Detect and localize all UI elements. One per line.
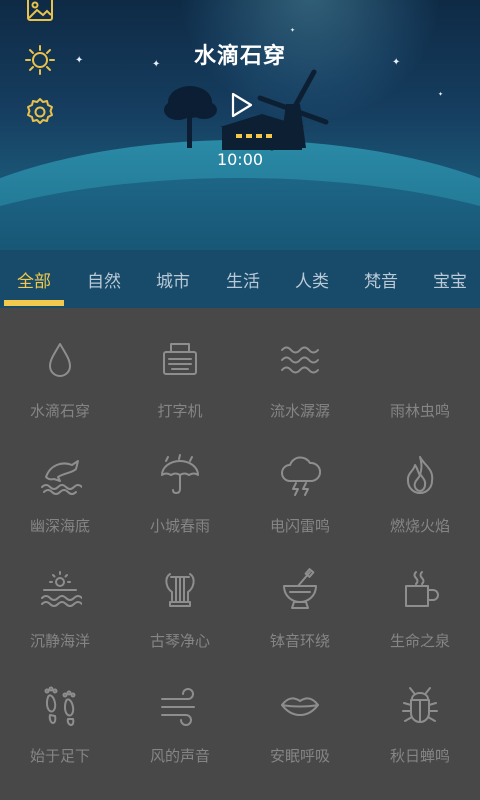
- play-icon[interactable]: [226, 90, 256, 120]
- sound-item-label: 打字机: [157, 402, 203, 420]
- sound-item-singing-bowl[interactable]: 钵音环绕: [240, 538, 360, 653]
- tab-baby[interactable]: 宝宝: [433, 267, 467, 292]
- settings-icon[interactable]: [24, 96, 56, 128]
- umbrella-icon: [161, 454, 199, 494]
- sound-item-label: 电闪雷鸣: [269, 517, 330, 535]
- sound-item-label: 幽深海底: [29, 517, 90, 535]
- dolphin-icon: [41, 460, 82, 495]
- sound-item-spring-rain[interactable]: 小城春雨: [120, 423, 240, 538]
- sound-item-label: 流水潺潺: [269, 402, 330, 420]
- sound-item-label: 雨林虫鸣: [389, 402, 450, 420]
- tab-city[interactable]: 城市: [156, 267, 190, 292]
- timer-label[interactable]: 10:00: [0, 150, 480, 169]
- sound-item-label: 秋日蝉鸣: [389, 747, 450, 765]
- sound-item-label: 燃烧火焰: [389, 517, 450, 535]
- sound-item-label: 安眠呼吸: [269, 747, 330, 765]
- image-icon[interactable]: [24, 0, 56, 26]
- tab-all[interactable]: 全部: [17, 267, 51, 292]
- water-drop-icon: [49, 343, 71, 377]
- header-banner: ✦ ✦ ✦ ✦ ✦ 水滴石穿 10:00: [0, 0, 480, 250]
- sound-item-label: 古琴净心: [149, 632, 210, 650]
- bug-icon: [402, 687, 438, 723]
- rainforest-icon: [398, 338, 442, 382]
- sound-item-label: 风的声音: [149, 747, 210, 765]
- sound-item-label: 生命之泉: [389, 632, 450, 650]
- sound-item-guqin[interactable]: 古琴净心: [120, 538, 240, 653]
- sound-item-thunder[interactable]: 电闪雷鸣: [240, 423, 360, 538]
- sound-grid: 水滴石穿 打字机 流水潺潺 雨林虫鸣 幽深海底 小城春雨 电闪雷鸣 燃烧火焰 沉…: [0, 308, 480, 800]
- thunderstorm-icon: [281, 456, 321, 496]
- sound-item-wind[interactable]: 风的声音: [120, 653, 240, 768]
- wind-icon: [161, 688, 195, 726]
- mortar-bowl-icon: [283, 568, 317, 609]
- sound-item-footsteps[interactable]: 始于足下: [0, 653, 120, 768]
- sound-item-life-spring[interactable]: 生命之泉: [360, 538, 480, 653]
- sound-item-label: 钵音环绕: [269, 632, 330, 650]
- flame-icon: [406, 456, 434, 494]
- hot-cup-icon: [405, 571, 439, 607]
- sound-item-calm-ocean[interactable]: 沉静海洋: [0, 538, 120, 653]
- sound-item-water-drop[interactable]: 水滴石穿: [0, 308, 120, 423]
- sound-item-rainforest[interactable]: 雨林虫鸣: [360, 308, 480, 423]
- sound-item-label: 始于足下: [29, 747, 90, 765]
- tab-life[interactable]: 生活: [226, 267, 260, 292]
- footprints-icon: [44, 686, 76, 726]
- sound-item-typewriter[interactable]: 打字机: [120, 308, 240, 423]
- lyre-icon: [165, 573, 195, 607]
- tab-human[interactable]: 人类: [295, 267, 329, 292]
- tab-buddhist-chant[interactable]: 梵音: [364, 267, 398, 292]
- sound-item-deep-sea[interactable]: 幽深海底: [0, 423, 120, 538]
- category-tab-bar: 全部 自然 城市 生活 人类 梵音 宝宝: [0, 250, 480, 308]
- sound-item-flowing-water[interactable]: 流水潺潺: [240, 308, 360, 423]
- sound-item-cicadas[interactable]: 秋日蝉鸣: [360, 653, 480, 768]
- waves-icon: [281, 346, 319, 374]
- tab-nature[interactable]: 自然: [87, 267, 121, 292]
- star-icon: ✦: [438, 91, 444, 98]
- active-tab-indicator: [4, 300, 64, 306]
- sound-item-label: 沉静海洋: [29, 632, 90, 650]
- typewriter-icon: [163, 343, 197, 375]
- sound-item-sleep-breathing[interactable]: 安眠呼吸: [240, 653, 360, 768]
- sound-title: 水滴石穿: [193, 44, 286, 69]
- lips-icon: [281, 697, 319, 716]
- sound-item-label: 小城春雨: [149, 517, 210, 535]
- star-icon: ✦: [290, 27, 296, 34]
- sound-item-label: 水滴石穿: [29, 402, 90, 420]
- sound-item-fire[interactable]: 燃烧火焰: [360, 423, 480, 538]
- sunset-sea-icon: [41, 571, 82, 607]
